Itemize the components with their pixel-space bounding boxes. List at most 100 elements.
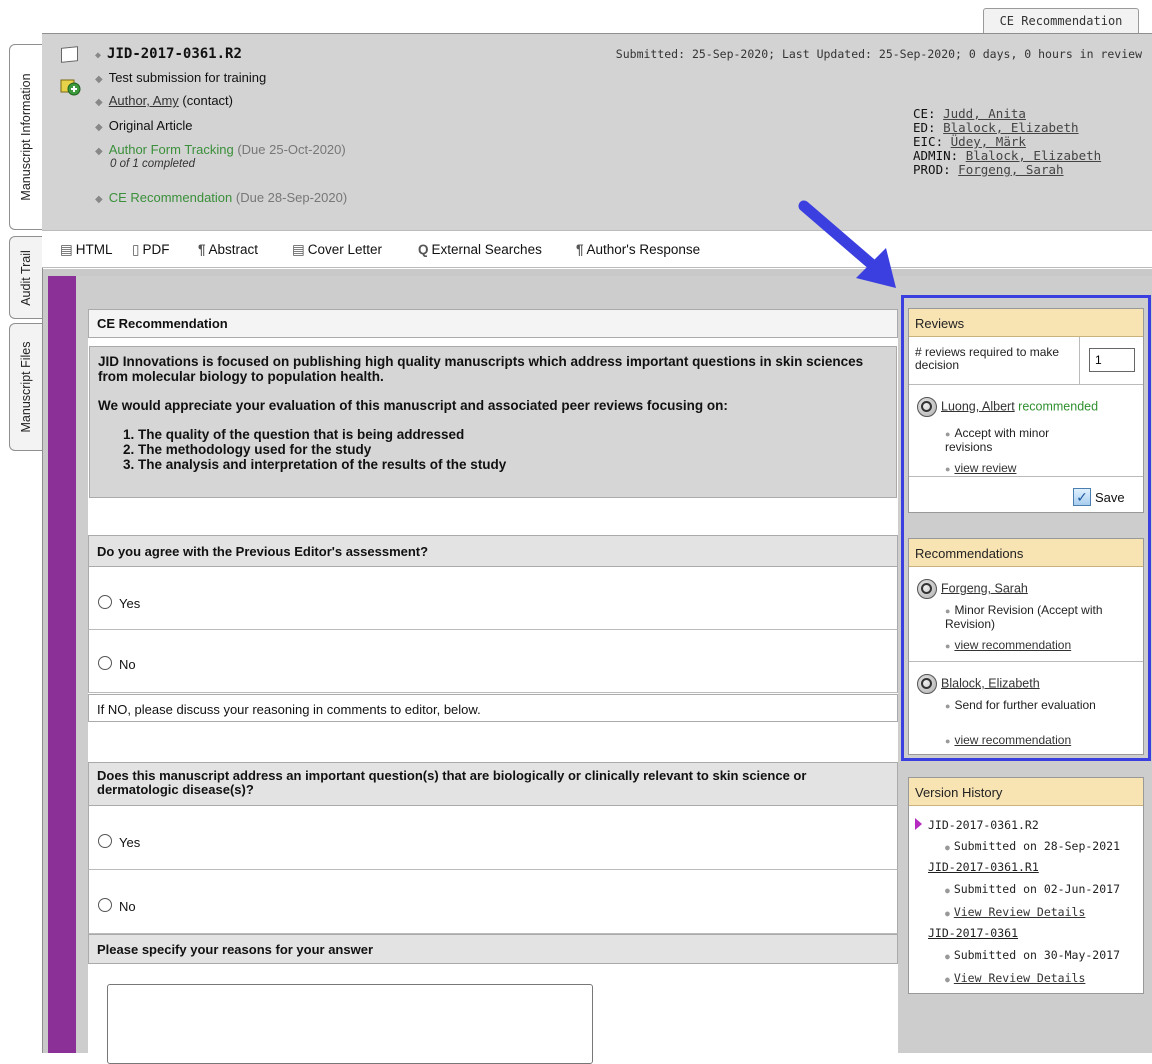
side-tab-audit-trail[interactable]: Audit Trail: [9, 236, 42, 319]
magnifier-icon[interactable]: [917, 397, 937, 417]
recommendation-decision: ● Send for further evaluation: [945, 698, 1096, 712]
role-eic: EIC: Üdey, Märk: [913, 135, 1101, 149]
abstract-label: Abstract: [208, 242, 259, 257]
authors-response-button[interactable]: ¶ Author's Response: [576, 242, 700, 257]
manuscript-id-text: JID-2017-0361.R2: [107, 46, 242, 62]
authors-response-label: Author's Response: [586, 242, 701, 257]
view-recommendation-item: ● view recommendation: [945, 733, 1072, 747]
reviewer-row: Luong, Albert recommended: [917, 397, 1098, 417]
tab-ce-recommendation[interactable]: CE Recommendation: [983, 8, 1139, 33]
role-label: EIC:: [913, 134, 944, 149]
instructions-paragraph: We would appreciate your evaluation of t…: [98, 398, 728, 413]
version-history-panel: Version History JID-2017-0361.R2 ● Submit…: [908, 777, 1144, 994]
author-suffix: (contact): [182, 93, 233, 108]
side-tab-manuscript-information[interactable]: Manuscript Information: [9, 44, 42, 230]
html-button[interactable]: ▤ HTML: [60, 242, 113, 258]
side-tab-label: Manuscript Information: [19, 73, 33, 201]
role-label: PROD:: [913, 162, 951, 177]
manuscript-toolbar: ▤ HTML ▯ PDF ¶ Abstract ▤ Cover Letter Q Exte…: [42, 230, 1152, 268]
divider: [1079, 337, 1080, 385]
add-note-icon[interactable]: [60, 78, 81, 96]
option-label: Yes: [119, 835, 141, 850]
reviews-panel: Reviews # reviews required to make decis…: [908, 308, 1144, 513]
version-id-link[interactable]: JID-2017-0361: [928, 926, 1018, 940]
role-prod: PROD: Forgeng, Sarah: [913, 163, 1101, 177]
version-submitted-text: Submitted on 02-Jun-2017: [953, 882, 1120, 896]
option-yes[interactable]: Yes: [88, 567, 898, 630]
role-name-link[interactable]: Blalock, Elizabeth: [966, 148, 1101, 163]
reasons-textarea[interactable]: [107, 984, 593, 1064]
view-recommendation-link[interactable]: view recommendation: [954, 638, 1071, 652]
aft-label[interactable]: Author Form Tracking: [109, 142, 234, 157]
criteria-list: The quality of the question that is bein…: [98, 427, 888, 472]
question-previous-editor: Do you agree with the Previous Editor's …: [88, 535, 898, 567]
ce-recommendation-task[interactable]: ◆ CE Recommendation (Due 28-Sep-2020): [95, 190, 347, 205]
pdf-button[interactable]: ▯ PDF: [132, 242, 169, 258]
option-label: No: [119, 899, 136, 914]
role-name-link[interactable]: Blalock, Elizabeth: [943, 120, 1078, 135]
manuscript-title-text: Test submission for training: [108, 70, 267, 85]
external-searches-button[interactable]: Q External Searches: [418, 242, 542, 257]
view-review-details-link[interactable]: View Review Details: [954, 905, 1086, 919]
ce-due: (Due 28-Sep-2020): [235, 190, 348, 205]
side-tab-label: Audit Trail: [19, 249, 33, 306]
view-review-item: ● view review: [945, 461, 1017, 475]
note-icon[interactable]: [61, 46, 78, 63]
magnifier-icon[interactable]: [917, 579, 937, 599]
view-recommendation-item: ● view recommendation: [945, 638, 1072, 652]
view-recommendation-link[interactable]: view recommendation: [954, 733, 1071, 747]
version-history-title: Version History: [909, 778, 1143, 806]
version-id-link[interactable]: JID-2017-0361.R1: [928, 860, 1039, 874]
option-no[interactable]: No: [88, 630, 898, 693]
role-ed: ED: Blalock, Elizabeth: [913, 121, 1101, 135]
reviews-required-input[interactable]: [1089, 348, 1135, 372]
ce-recommendation-heading: CE Recommendation: [88, 309, 898, 338]
search-icon: Q: [418, 242, 429, 257]
ce-label[interactable]: CE Recommendation: [109, 190, 233, 205]
recommendations-panel: Recommendations Forgeng, Sarah ● Minor Re…: [908, 538, 1144, 755]
recommendation-item: Forgeng, Sarah ● Minor Revision (Accept w…: [909, 567, 1143, 662]
recommender-link[interactable]: Blalock, Elizabeth: [941, 676, 1040, 690]
author-form-tracking[interactable]: ◆ Author Form Tracking (Due 25-Oct-2020): [95, 142, 346, 157]
role-name-link[interactable]: Forgeng, Sarah: [958, 162, 1063, 177]
author-link[interactable]: Author, Amy: [109, 93, 179, 108]
recommender-row: Forgeng, Sarah: [917, 579, 1028, 599]
yes-radio[interactable]: [98, 595, 112, 609]
question-important-question: Does this manuscript address an importan…: [88, 762, 898, 806]
side-tab-manuscript-files[interactable]: Manuscript Files: [9, 323, 42, 451]
role-label: ED:: [913, 120, 936, 135]
role-name-link[interactable]: Judd, Anita: [943, 106, 1026, 121]
criteria-item: The methodology used for the study: [138, 442, 888, 457]
no-radio[interactable]: [98, 898, 112, 912]
magnifier-icon[interactable]: [917, 674, 937, 694]
reviewer-status: recommended: [1018, 399, 1099, 414]
option-yes[interactable]: Yes: [88, 806, 898, 870]
annotation-arrow: [798, 200, 896, 288]
pilcrow-icon: ¶: [576, 242, 584, 257]
reviews-title: Reviews: [909, 309, 1143, 337]
yes-radio[interactable]: [98, 834, 112, 848]
manuscript-title: ◆ Test submission for training: [95, 70, 267, 85]
no-radio[interactable]: [98, 656, 112, 670]
recommendation-decision-text: Minor Revision (Accept with Revision): [945, 603, 1103, 631]
status-bar: [48, 276, 76, 1053]
reviewer-link[interactable]: Luong, Albert: [941, 399, 1015, 413]
question-note: If NO, please discuss your reasoning in …: [88, 694, 898, 722]
recommender-row: Blalock, Elizabeth: [917, 674, 1040, 694]
abstract-button[interactable]: ¶ Abstract: [198, 242, 258, 257]
cover-letter-button[interactable]: ▤ Cover Letter: [292, 242, 382, 258]
submission-info: Submitted: 25-Sep-2020; Last Updated: 25…: [615, 47, 1142, 61]
view-review-link[interactable]: view review: [954, 461, 1016, 475]
pilcrow-icon: ¶: [198, 242, 206, 257]
option-label: No: [119, 657, 136, 672]
role-name-link[interactable]: Üdey, Märk: [951, 134, 1026, 149]
save-label: Save: [1095, 489, 1125, 505]
reviews-required-row: # reviews required to make decision: [909, 337, 1143, 385]
question-reasons: Please specify your reasons for your ans…: [88, 934, 898, 964]
option-no[interactable]: No: [88, 870, 898, 934]
save-button[interactable]: ✓ Save: [1073, 486, 1125, 508]
recommender-link[interactable]: Forgeng, Sarah: [941, 581, 1028, 595]
view-review-details-link[interactable]: View Review Details: [954, 971, 1086, 985]
article-type: ◆ Original Article: [95, 118, 193, 133]
pdf-icon: ▯: [132, 242, 140, 257]
